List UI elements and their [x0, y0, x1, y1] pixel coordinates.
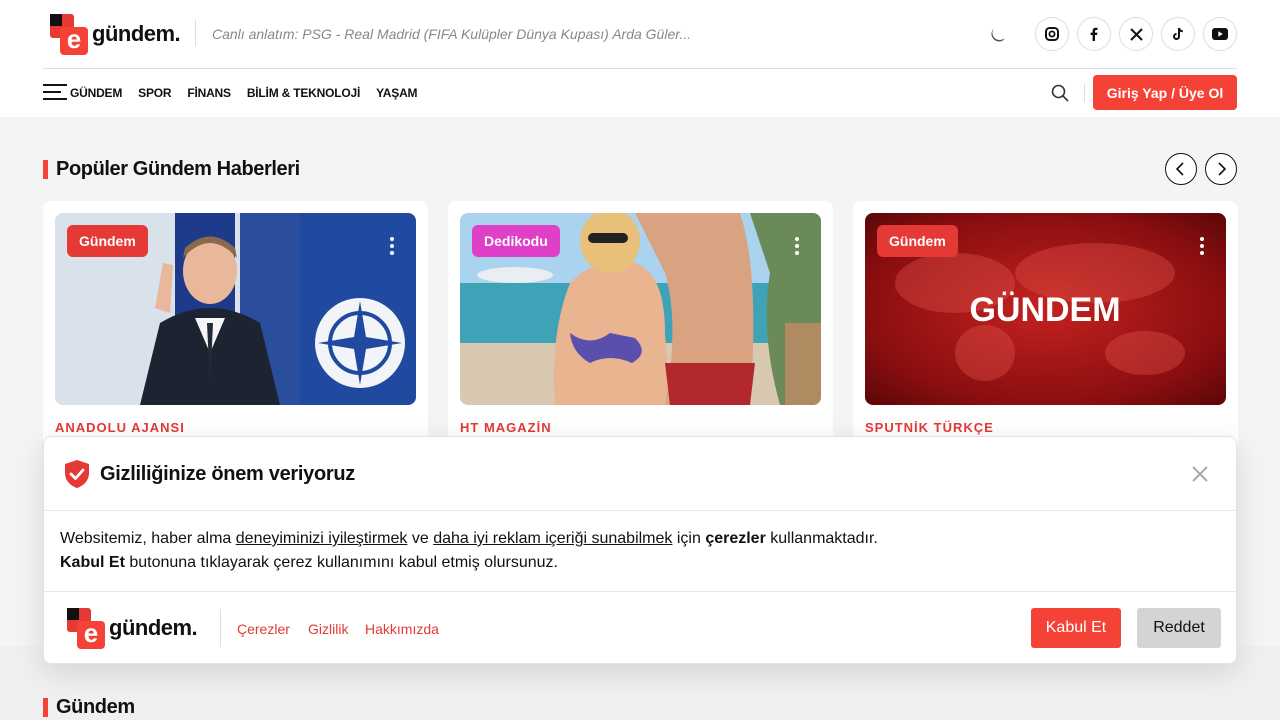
site-header: e gündem. Canlı anlatım: PSG - Real Madr… — [0, 0, 1280, 117]
logo-letter: e — [60, 26, 88, 55]
news-source[interactable]: ANADOLU AJANSI — [55, 420, 185, 435]
youtube-icon[interactable] — [1203, 17, 1237, 51]
news-card-image[interactable]: Gündem — [55, 213, 416, 405]
cookie-link-experience[interactable]: deneyiminizi iyileştirmek — [236, 530, 408, 547]
news-card[interactable]: Gündem ANADOLU AJANSI — [43, 201, 428, 451]
x-icon[interactable] — [1119, 17, 1153, 51]
category-badge[interactable]: Gündem — [67, 225, 148, 257]
news-card-image[interactable]: Dedikodu — [460, 213, 821, 405]
about-link[interactable]: Hakkımızda — [365, 621, 439, 637]
section-title-popular: Popüler Gündem Haberleri — [43, 158, 300, 181]
news-source[interactable]: SPUTNİK TÜRKÇE — [865, 420, 994, 435]
category-badge[interactable]: Dedikodu — [472, 225, 560, 257]
footer-logo: e gündem. — [67, 608, 198, 649]
chevron-right-icon — [1218, 162, 1227, 176]
news-ticker[interactable]: Canlı anlatım: PSG - Real Madrid (FIFA K… — [212, 26, 691, 42]
chevron-left-icon — [1175, 162, 1184, 176]
more-options-icon[interactable] — [390, 237, 394, 255]
cookie-text: ve — [407, 530, 434, 547]
news-card[interactable]: GÜNDEM Gündem SPUTNİK TÜRKÇE — [853, 201, 1238, 451]
section-accent-bar — [43, 698, 48, 717]
logo-mark: e — [50, 14, 90, 55]
dark-mode-icon[interactable] — [988, 25, 1008, 45]
cookie-text: kullanmaktadır. — [765, 530, 878, 547]
logo-text: gündem. — [92, 21, 181, 46]
footer-divider — [220, 609, 221, 647]
main-nav: GÜNDEM SPOR FİNANS BİLİM & TEKNOLOJİ YAŞ… — [70, 86, 418, 100]
cookie-text: butonuna tıklayarak çerez kullanımını ka… — [124, 554, 558, 571]
section-title-text: Popüler Gündem Haberleri — [56, 158, 300, 180]
cookies-link[interactable]: Çerezler — [237, 621, 290, 637]
section-title-text: Gündem — [56, 696, 135, 718]
nav-item-spor[interactable]: SPOR — [138, 86, 171, 100]
nav-divider — [1084, 84, 1085, 102]
section-title-gundem: Gündem — [43, 696, 135, 719]
search-icon[interactable] — [1050, 83, 1070, 103]
news-source[interactable]: HT MAGAZİN — [460, 420, 552, 435]
close-icon[interactable] — [1190, 464, 1210, 484]
hamburger-menu-icon[interactable] — [43, 84, 67, 102]
header-divider — [195, 20, 196, 46]
news-image-text: GÜNDEM — [969, 291, 1120, 329]
login-signup-button[interactable]: Giriş Yap / Üye Ol — [1093, 75, 1237, 110]
more-options-icon[interactable] — [1200, 237, 1204, 255]
nav-item-gundem[interactable]: GÜNDEM — [70, 86, 122, 100]
nav-item-yasam[interactable]: YAŞAM — [376, 86, 417, 100]
cookie-text: için — [672, 530, 706, 547]
news-card-image[interactable]: GÜNDEM Gündem — [865, 213, 1226, 405]
category-badge[interactable]: Gündem — [877, 225, 958, 257]
reject-cookies-button[interactable]: Reddet — [1137, 608, 1221, 648]
news-card[interactable]: Dedikodu HT MAGAZİN — [448, 201, 833, 451]
site-logo[interactable]: e gündem. — [50, 14, 181, 55]
more-options-icon[interactable] — [795, 237, 799, 255]
cookie-text-bold: çerezler — [705, 530, 766, 547]
tiktok-icon[interactable] — [1161, 17, 1195, 51]
nav-item-bilim-teknoloji[interactable]: BİLİM & TEKNOLOJİ — [247, 86, 360, 100]
logo-mark: e — [67, 608, 107, 649]
carousel-prev-button[interactable] — [1165, 153, 1197, 185]
cookie-dialog-message: Websitemiz, haber alma deneyiminizi iyil… — [60, 527, 878, 575]
logo-text: gündem. — [109, 615, 198, 640]
carousel-next-button[interactable] — [1205, 153, 1237, 185]
cookie-message-line-1: Websitemiz, haber alma deneyiminizi iyil… — [60, 527, 878, 551]
cookie-dialog-title: Gizliliğinize önem veriyoruz — [100, 463, 355, 485]
shield-check-icon — [65, 460, 89, 488]
header-divider-line — [43, 68, 1237, 69]
cookie-text-bold: Kabul Et — [60, 554, 125, 571]
cookie-text: Websitemiz, haber alma — [60, 530, 236, 547]
cookie-consent-dialog: Gizliliğinize önem veriyoruz Websitemiz,… — [43, 436, 1237, 664]
cookie-message-line-2: Kabul Et butonuna tıklayarak çerez kulla… — [60, 551, 878, 575]
facebook-icon[interactable] — [1077, 17, 1111, 51]
logo-letter: e — [77, 620, 105, 649]
accept-cookies-button[interactable]: Kabul Et — [1031, 608, 1121, 648]
instagram-icon[interactable] — [1035, 17, 1069, 51]
nav-item-finans[interactable]: FİNANS — [187, 86, 231, 100]
cookie-dialog-header: Gizliliğinize önem veriyoruz — [44, 437, 1236, 511]
cookie-link-ads[interactable]: daha iyi reklam içeriği sunabilmek — [433, 530, 672, 547]
cookie-dialog-footer: e gündem. Çerezler Gizlilik Hakkımızda K… — [44, 591, 1236, 664]
privacy-link[interactable]: Gizlilik — [308, 621, 348, 637]
section-accent-bar — [43, 160, 48, 179]
